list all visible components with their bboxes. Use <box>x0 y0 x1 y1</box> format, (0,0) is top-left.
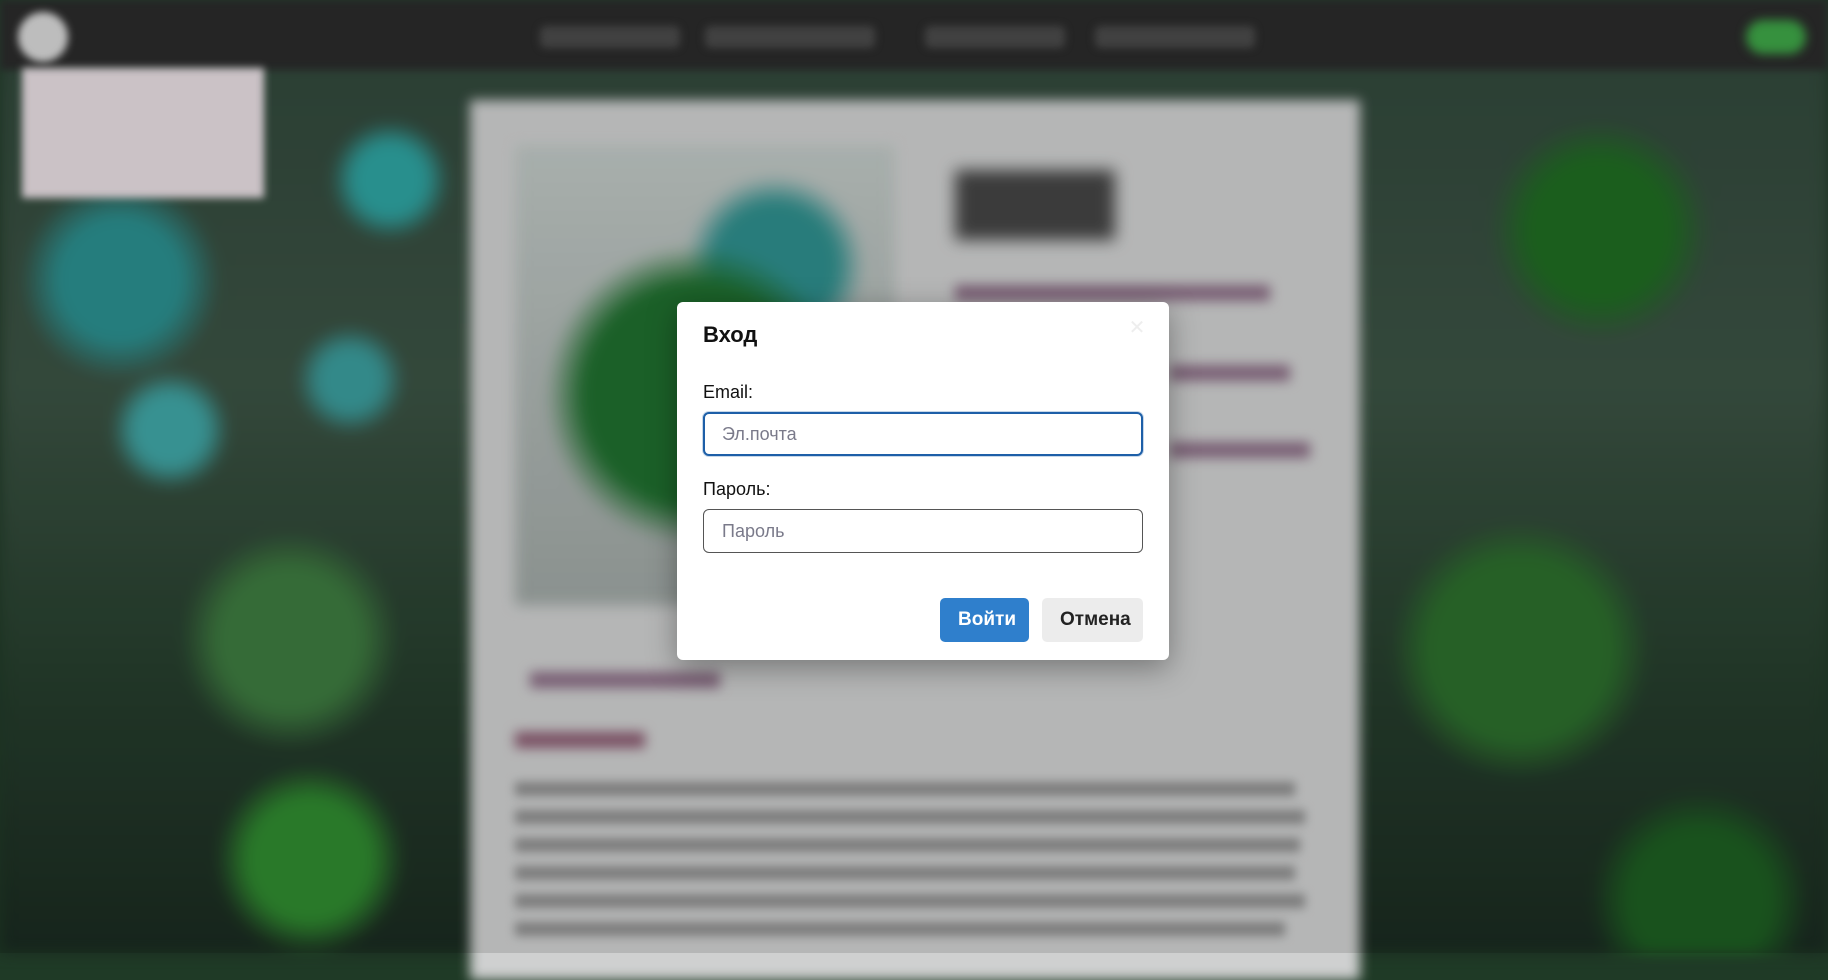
email-label: Email: <box>703 382 754 402</box>
email-field[interactable] <box>703 412 1143 456</box>
login-dialog: Вход ✕ Email: Пароль: Войти Отмена <box>677 302 1169 660</box>
password-field[interactable] <box>703 509 1143 553</box>
close-icon[interactable]: ✕ <box>1125 316 1149 340</box>
dialog-title: Вход <box>703 322 758 347</box>
password-label: Пароль: <box>703 479 771 499</box>
cancel-button[interactable]: Отмена <box>1042 598 1143 642</box>
login-button[interactable]: Войти <box>940 598 1029 642</box>
